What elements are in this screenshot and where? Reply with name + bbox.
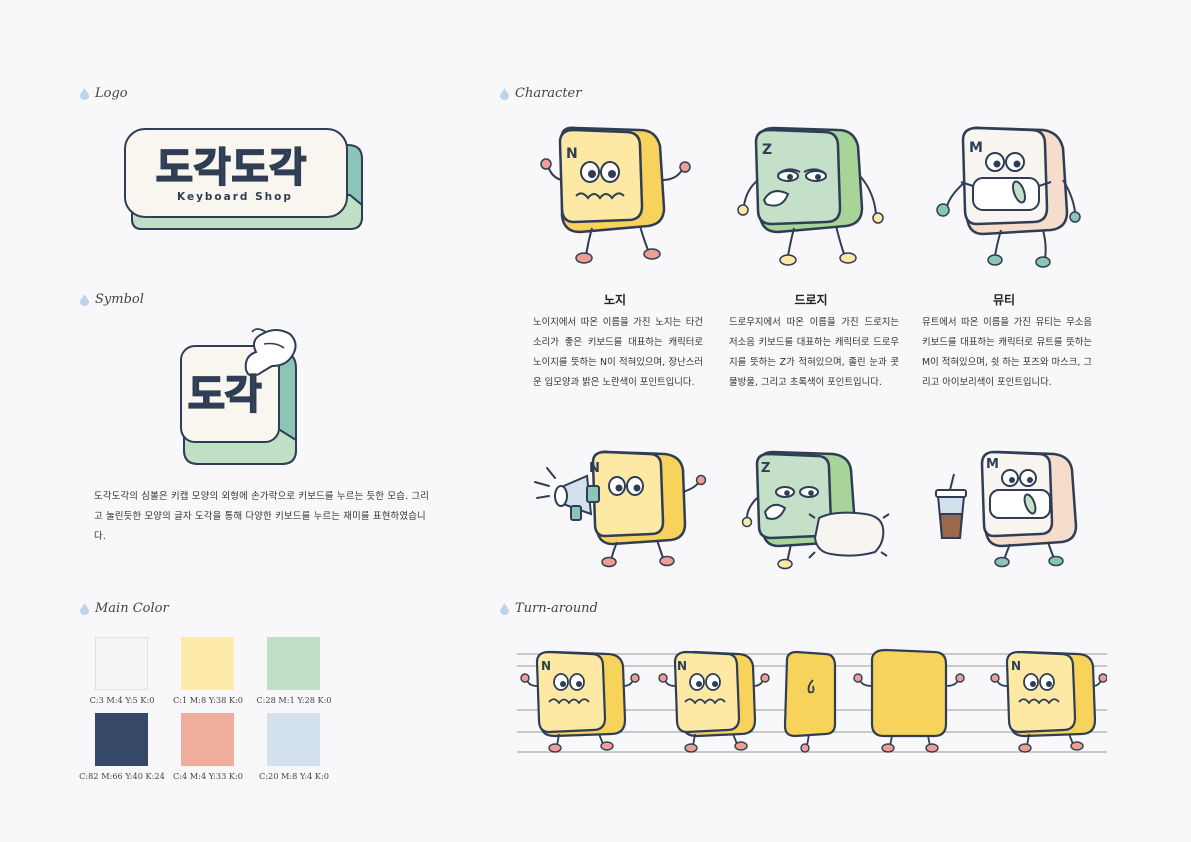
svg-text:Z: Z xyxy=(762,142,772,158)
character-noji-illustration: N xyxy=(530,120,700,270)
color-swatch-label: C:28 M:1 Y:28 K:0 xyxy=(256,695,332,705)
section-title-character: Character xyxy=(500,86,581,101)
svg-text:N: N xyxy=(566,146,578,162)
symbol-description: 도각도각의 심볼은 키캡 모양의 외형에 손가락으로 키보드를 누르는 듯한 모… xyxy=(94,491,430,542)
water-drop-icon xyxy=(80,602,89,615)
logo: 도각도각 Keyboard Shop xyxy=(120,125,370,235)
color-swatch-label: C:20 M:8 Y:4 K:0 xyxy=(258,771,330,781)
character-description: 노이지에서 따온 이름을 가진 노지는 타건 소리가 좋은 키보드를 대표하는 … xyxy=(533,317,703,388)
svg-text:N: N xyxy=(677,659,687,673)
color-swatch xyxy=(267,713,320,766)
symbol-glyph: 도각 xyxy=(187,371,263,419)
color-swatch-label: C:1 M:8 Y:38 K:0 xyxy=(172,695,244,705)
color-swatch xyxy=(181,637,234,690)
character-droji-pillow-illustration: Z xyxy=(735,448,895,570)
svg-text:N: N xyxy=(1011,659,1021,673)
turnaround-three-quarter-view: N xyxy=(658,650,770,753)
section-title-logo: Logo xyxy=(80,86,128,101)
character-description: 뮤트에서 따온 이름을 가진 뮤티는 무소음 키보드를 대표하는 캐릭터로 뮤트… xyxy=(922,317,1092,388)
logo-wordmark: 도각도각 xyxy=(155,144,308,192)
character-description: 드로우지에서 따온 이름을 가진 드로지는 저소음 키보드를 대표하는 캐릭터로… xyxy=(729,317,899,388)
section-title-turnaround: Turn-around xyxy=(500,601,598,616)
section-title-symbol: Symbol xyxy=(80,292,144,307)
character-name: 드로지 xyxy=(794,293,828,307)
character-name: 노지 xyxy=(603,293,627,307)
megaphone-icon xyxy=(554,474,600,521)
svg-text:M: M xyxy=(986,457,999,472)
water-drop-icon xyxy=(80,87,89,100)
color-swatch xyxy=(95,637,148,690)
turnaround-front-view: N xyxy=(520,650,640,753)
character-noji-megaphone-illustration: N xyxy=(525,448,710,570)
turnaround-front-view-2: N xyxy=(990,650,1108,753)
turnaround-back-view xyxy=(853,648,965,753)
turnaround-side-view xyxy=(783,650,837,753)
character-droji-illustration: Z xyxy=(730,120,900,270)
water-drop-icon xyxy=(80,293,89,306)
color-swatch xyxy=(267,637,320,690)
iced-coffee-icon xyxy=(935,473,967,539)
svg-text:Z: Z xyxy=(761,461,770,476)
turnaround-sheet: N N N xyxy=(517,646,1108,758)
section-title-main-color: Main Color xyxy=(80,601,169,616)
color-swatch-label: C:4 M:4 Y:33 K:0 xyxy=(172,771,244,781)
color-swatch-label: C:3 M:4 Y:5 K:0 xyxy=(89,695,155,705)
color-swatch xyxy=(95,713,148,766)
svg-text:N: N xyxy=(541,659,551,673)
water-drop-icon xyxy=(500,87,509,100)
pillow-icon xyxy=(808,511,890,559)
character-name: 뮤티 xyxy=(992,293,1016,307)
symbol-mark: 도각 xyxy=(176,322,306,470)
color-swatch xyxy=(181,713,234,766)
svg-text:M: M xyxy=(969,140,983,156)
character-muti-drink-illustration: M xyxy=(930,448,1090,570)
character-muti-illustration: M xyxy=(925,120,1095,270)
svg-text:N: N xyxy=(589,461,600,476)
color-swatch-label: C:82 M:66 Y:40 K:24 xyxy=(79,771,165,781)
logo-subtitle: Keyboard Shop xyxy=(177,191,293,203)
water-drop-icon xyxy=(500,602,509,615)
